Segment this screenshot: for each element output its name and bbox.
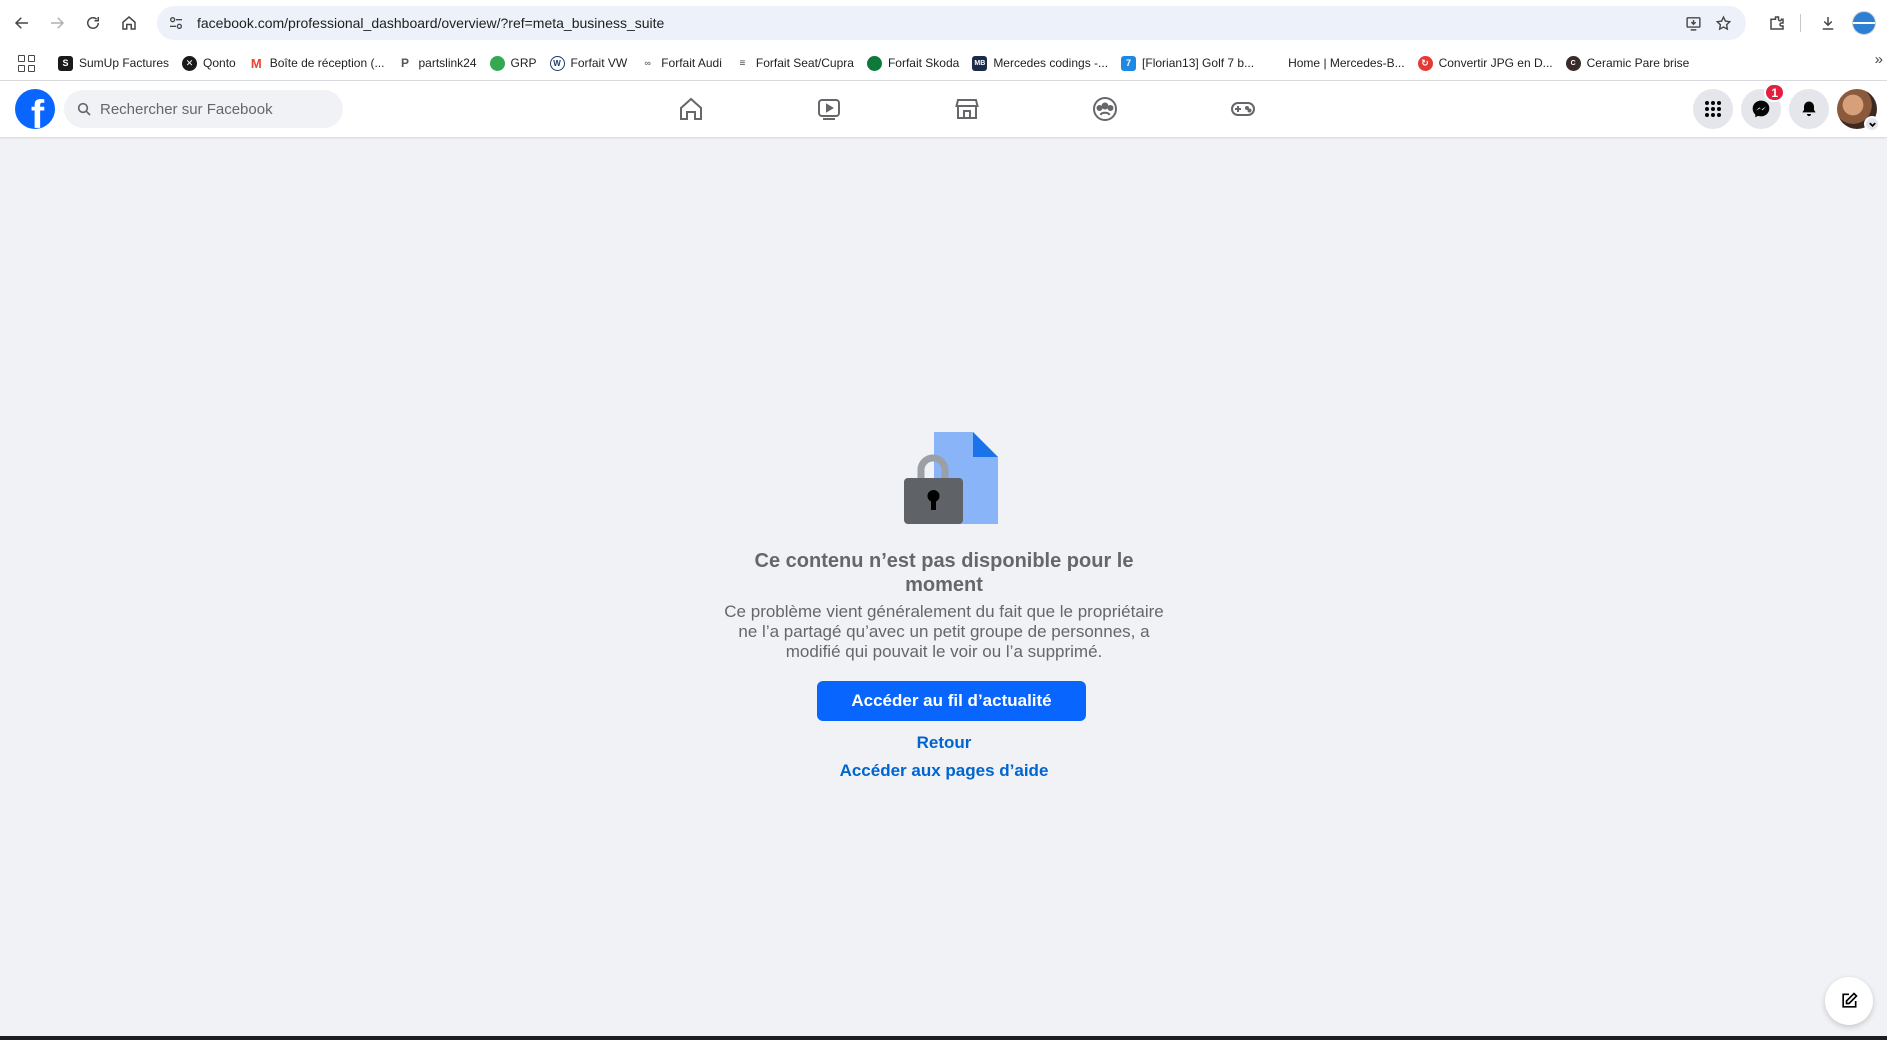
bookmark-sumup[interactable]: S SumUp Factures: [53, 50, 177, 76]
menu-button[interactable]: [1693, 89, 1733, 129]
sumup-icon: S: [58, 55, 73, 71]
bookmark-star-button[interactable]: [1710, 10, 1736, 36]
unavailable-title: Ce contenu n’est pas disponible pour le …: [754, 550, 1134, 596]
bookmark-ceramic[interactable]: C Ceramic Pare brise: [1561, 50, 1698, 76]
apps-grid-icon[interactable]: [15, 52, 37, 74]
star-icon: [1715, 14, 1731, 30]
gmail-icon: M: [248, 55, 264, 71]
bookmark-mercedes-codings[interactable]: MB Mercedes codings -...: [967, 50, 1116, 76]
bookmark-convert-jpg[interactable]: ↻ Convertir JPG en D...: [1413, 50, 1561, 76]
toolbar-separator: [1800, 14, 1801, 32]
omnibox-actions: [1680, 10, 1736, 36]
main-content: Ce contenu n’est pas disponible pour le …: [0, 137, 1887, 1036]
messenger-badge: 1: [1764, 83, 1785, 102]
bookmark-audi[interactable]: ∞ Forfait Audi: [635, 50, 730, 76]
omnibox[interactable]: facebook.com/professional_dashboard/over…: [157, 6, 1746, 40]
video-icon: [818, 99, 840, 120]
search-input[interactable]: [100, 100, 320, 118]
bell-icon: [1802, 101, 1816, 117]
arrow-left-icon: [14, 17, 28, 29]
seven-icon: 7: [1121, 55, 1137, 71]
forward-button[interactable]: [42, 8, 72, 38]
bookmark-golf7[interactable]: 7 [Florian13] Golf 7 b...: [1116, 50, 1262, 76]
extensions-button[interactable]: [1762, 8, 1792, 38]
messenger-button[interactable]: 1: [1741, 83, 1785, 129]
skoda-icon: [866, 55, 882, 71]
gamepad-icon: [1231, 102, 1255, 116]
convert-icon: ↻: [1417, 55, 1433, 71]
browser-chrome: facebook.com/professional_dashboard/over…: [0, 0, 1887, 81]
home-button[interactable]: [114, 8, 144, 38]
search-icon: [77, 102, 91, 116]
address-bar-row: facebook.com/professional_dashboard/over…: [0, 0, 1887, 46]
downloads-button[interactable]: [1813, 8, 1843, 38]
back-link[interactable]: Retour: [744, 733, 1144, 753]
marketplace-icon: [955, 99, 979, 119]
home-icon: [680, 97, 702, 120]
reload-icon: [87, 17, 99, 29]
bookmarks-bar: S SumUp Factures ✕ Qonto M Boîte de récepti…: [0, 46, 1887, 80]
account-caret[interactable]: [1864, 116, 1880, 132]
notifications-button[interactable]: [1789, 89, 1829, 129]
nav-video[interactable]: [760, 81, 898, 137]
compose-icon: [1842, 992, 1858, 1008]
nav-marketplace[interactable]: [898, 81, 1036, 137]
vw-icon: W: [549, 55, 565, 71]
back-button[interactable]: [7, 8, 37, 38]
bookmark-partslink[interactable]: Ppartslink24: [392, 50, 484, 76]
facebook-header: f 1: [0, 81, 1887, 137]
chevron-down-icon: [1868, 122, 1876, 127]
go-to-feed-button[interactable]: Accéder au fil d’actualité: [817, 681, 1086, 721]
nav-home[interactable]: [622, 81, 760, 137]
locked-content-icon: [904, 432, 998, 524]
messenger-icon: [1752, 100, 1770, 118]
facebook-header-actions: 1: [1693, 83, 1880, 132]
reload-button[interactable]: [78, 8, 108, 38]
blank-icon: [1267, 56, 1282, 71]
install-icon: [1685, 16, 1701, 31]
download-icon: [1822, 17, 1834, 30]
bookmark-gmail[interactable]: M Boîte de réception (...: [244, 50, 393, 76]
qonto-icon: ✕: [182, 55, 198, 71]
facebook-f-icon: f: [30, 93, 45, 129]
bookmark-grp[interactable]: GRP: [485, 50, 545, 76]
bookmark-skoda[interactable]: Forfait Skoda: [862, 50, 967, 76]
tune-icon: [170, 16, 182, 29]
ceramic-icon: C: [1565, 55, 1581, 71]
browser-profile-avatar[interactable]: [1852, 11, 1876, 35]
help-pages-link[interactable]: Accéder aux pages d’aide: [744, 761, 1144, 781]
facebook-search[interactable]: [64, 90, 343, 128]
bookmark-qonto[interactable]: ✕ Qonto: [177, 50, 244, 76]
unavailable-description: Ce problème vient généralement du fait q…: [724, 602, 1164, 661]
grp-icon: [489, 55, 505, 71]
nav-gaming[interactable]: [1174, 81, 1312, 137]
window-bottom-edge: [0, 1036, 1887, 1040]
url-text[interactable]: facebook.com/professional_dashboard/over…: [197, 15, 664, 31]
install-app-button[interactable]: [1680, 10, 1706, 36]
seat-icon: ≡: [734, 55, 750, 71]
new-message-button[interactable]: [1825, 977, 1873, 1025]
mb-icon: MB: [972, 55, 988, 71]
groups-icon: [1093, 97, 1117, 121]
facebook-main-nav: [622, 81, 1312, 137]
bookmarks-overflow-icon[interactable]: »: [1875, 51, 1883, 68]
profile-avatar[interactable]: [1837, 89, 1880, 132]
home-icon: [122, 16, 136, 30]
audi-icon: ∞: [640, 55, 656, 71]
site-info-button[interactable]: [161, 8, 191, 38]
bookmark-seat[interactable]: ≡ Forfait Seat/Cupra: [730, 50, 862, 76]
bookmark-mercedes-home[interactable]: Home | Mercedes-B...: [1262, 50, 1412, 76]
nav-groups[interactable]: [1036, 81, 1174, 137]
arrow-right-icon: [51, 17, 65, 29]
bookmark-vw[interactable]: W Forfait VW: [545, 50, 636, 76]
facebook-logo[interactable]: f: [15, 89, 55, 129]
grid-menu-icon: [1705, 101, 1721, 117]
puzzle-icon: [1770, 16, 1784, 30]
partslink-icon: P: [397, 55, 413, 71]
